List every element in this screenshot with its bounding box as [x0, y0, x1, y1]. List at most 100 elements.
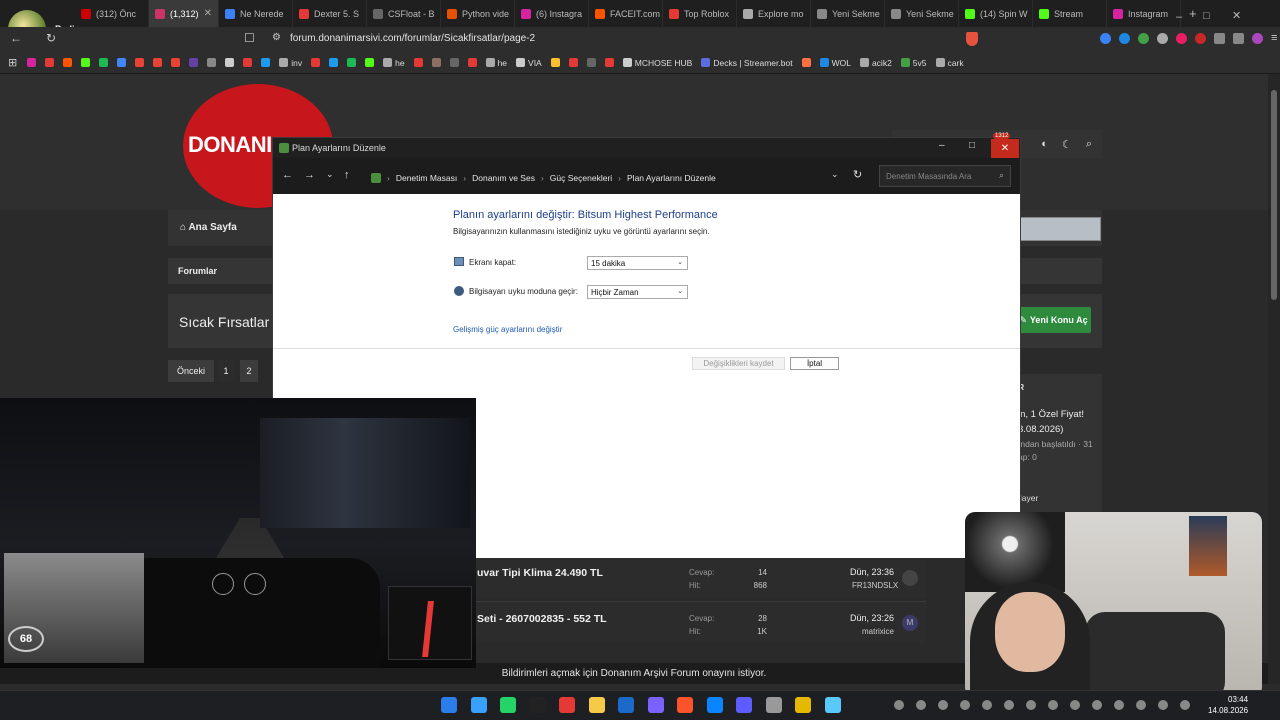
system-clock[interactable]: 03:44 14.08.2026 — [1208, 694, 1248, 716]
bookmark-item[interactable] — [27, 58, 37, 67]
browser-tab[interactable]: (14) Spin W — [959, 0, 1033, 27]
bookmark-item[interactable]: WOL — [819, 58, 851, 68]
sidebar-item-user[interactable]: ilayer — [1018, 493, 1038, 503]
bookmark-item[interactable] — [604, 58, 614, 67]
bookmark-item[interactable] — [365, 58, 375, 67]
bookmark-item[interactable] — [63, 58, 73, 67]
path-segment[interactable]: Donanım ve Ses — [472, 173, 535, 183]
extension-icon[interactable] — [1214, 33, 1225, 44]
bookmark-item[interactable] — [99, 58, 109, 67]
bookmark-item[interactable] — [568, 58, 578, 67]
search-icon[interactable]: ⌕ — [1086, 138, 1092, 151]
tray-icon[interactable] — [1048, 700, 1058, 710]
taskbar-app-icon[interactable] — [618, 697, 634, 713]
theme-icon[interactable]: ◐ — [1041, 138, 1048, 150]
tray-icon[interactable] — [1114, 700, 1124, 710]
pager-prev[interactable]: Önceki — [168, 360, 214, 382]
menu-icon[interactable]: ≡ — [1271, 33, 1280, 44]
bookmark-item[interactable] — [311, 58, 321, 67]
bookmark-item[interactable]: inv — [279, 58, 302, 68]
up-icon[interactable]: ↑ — [344, 169, 350, 181]
screen-off-select[interactable]: 15 dakika ⌄ — [587, 256, 688, 270]
cancel-button[interactable]: İptal — [790, 357, 839, 370]
taskbar-app-icon[interactable] — [795, 697, 811, 713]
taskbar-app-icon[interactable] — [470, 697, 487, 713]
bookmark-item[interactable] — [117, 58, 127, 67]
sleep-select[interactable]: Hiçbir Zaman ⌄ — [587, 285, 688, 299]
browser-tab[interactable]: Yeni Sekme — [811, 0, 885, 27]
taskbar-app-icon[interactable] — [647, 697, 664, 713]
taskbar-app-icon[interactable] — [529, 697, 546, 713]
bookmark-item[interactable]: 5v5 — [900, 58, 927, 68]
tray-icon[interactable] — [960, 700, 970, 710]
tray-icon[interactable] — [1070, 700, 1080, 710]
bookmark-item[interactable] — [189, 58, 199, 67]
bookmark-item[interactable] — [550, 58, 560, 67]
bookmark-item[interactable] — [171, 58, 181, 67]
bookmark-item[interactable] — [225, 58, 235, 67]
bookmark-item[interactable] — [801, 58, 811, 67]
browser-tab[interactable]: Ne Nerede — [219, 0, 293, 27]
bookmark-item[interactable] — [207, 58, 217, 67]
bookmark-item[interactable]: acik2 — [859, 58, 892, 68]
bookmark-item[interactable] — [431, 58, 441, 67]
dialog-close-button[interactable]: ✕ — [991, 139, 1019, 158]
bookmark-item[interactable] — [347, 58, 357, 67]
browser-tab[interactable]: Instagram — [1107, 0, 1181, 27]
tray-icon[interactable] — [1180, 700, 1190, 710]
pager-page-2[interactable]: 2 — [240, 360, 258, 382]
reload-icon[interactable]: ↻ — [46, 31, 56, 45]
bookmark-item[interactable]: VIA — [516, 58, 542, 68]
bookmark-item[interactable] — [329, 58, 339, 67]
bookmark-item[interactable] — [261, 58, 271, 67]
bookmark-item[interactable] — [45, 58, 55, 67]
taskbar-app-icon[interactable] — [736, 697, 752, 713]
dialog-maximize-button[interactable]: □ — [969, 140, 975, 151]
taskbar-app-icon[interactable] — [677, 697, 693, 713]
bookmark-item[interactable] — [135, 58, 145, 67]
extension-icon[interactable] — [1100, 33, 1111, 44]
bookmark-item[interactable] — [243, 58, 253, 67]
bookmark-item[interactable]: he — [383, 58, 405, 68]
browser-tab[interactable]: (312) Önc — [75, 0, 149, 27]
bookmark-item[interactable] — [81, 58, 91, 67]
taskbar-app-icon[interactable] — [706, 697, 723, 713]
breadcrumb-forums[interactable]: Forumlar — [178, 266, 217, 276]
window-minimize-button[interactable]: – — [1176, 7, 1182, 25]
path-segment[interactable]: Güç Seçenekleri — [550, 173, 612, 183]
pager-page-1[interactable]: 1 — [217, 360, 235, 382]
tray-icon[interactable] — [1004, 700, 1014, 710]
browser-tab[interactable]: Explore mo — [737, 0, 811, 27]
back-icon[interactable]: ← — [10, 31, 22, 45]
bookmark-item[interactable] — [449, 58, 459, 67]
tray-icon[interactable] — [894, 700, 904, 710]
path-segment[interactable]: Plan Ayarlarını Düzenle — [627, 173, 716, 183]
sidebar-item-title-2[interactable]: 3.08.2026) — [1018, 424, 1063, 435]
taskbar-app-icon[interactable] — [588, 697, 605, 713]
refresh-icon[interactable]: ↻ — [853, 168, 862, 181]
browser-tab[interactable]: Top Roblox — [663, 0, 737, 27]
bookmark-item[interactable] — [153, 58, 163, 67]
thread-title[interactable]: Seti - 2607002835 - 552 TL — [477, 613, 607, 625]
tray-icon[interactable] — [982, 700, 992, 710]
path-segment[interactable]: Denetim Masası — [396, 173, 457, 183]
extension-icon[interactable] — [1252, 33, 1263, 44]
tray-icon[interactable] — [1158, 700, 1168, 710]
extension-icon[interactable] — [1176, 33, 1187, 44]
last-post-user[interactable]: matrixice — [862, 627, 894, 636]
brave-shield-icon[interactable] — [966, 32, 978, 46]
apps-icon[interactable]: ⊞ — [8, 56, 17, 69]
extension-icon[interactable] — [1119, 33, 1130, 44]
bookmark-item[interactable]: MCHOSE HUB — [622, 58, 692, 68]
last-post-user[interactable]: FR13NDSLX — [852, 581, 898, 590]
address-path[interactable]: › Denetim Masası › Donanım ve Ses › Güç … — [365, 167, 849, 188]
search-icon[interactable]: ⌕ — [999, 170, 1004, 181]
dialog-minimize-button[interactable]: – — [939, 140, 945, 151]
browser-tab[interactable]: (1,312) ✕ — [149, 0, 219, 27]
control-panel-search-input[interactable]: Denetim Masasında Ara — [879, 165, 1011, 187]
tray-icon[interactable] — [916, 700, 926, 710]
window-close-button[interactable]: ✕ — [1232, 6, 1241, 24]
bookmark-item[interactable]: Decks | Streamer.bot — [701, 58, 793, 68]
scrollbar-thumb[interactable] — [1271, 90, 1277, 300]
extension-icon[interactable] — [1233, 33, 1244, 44]
